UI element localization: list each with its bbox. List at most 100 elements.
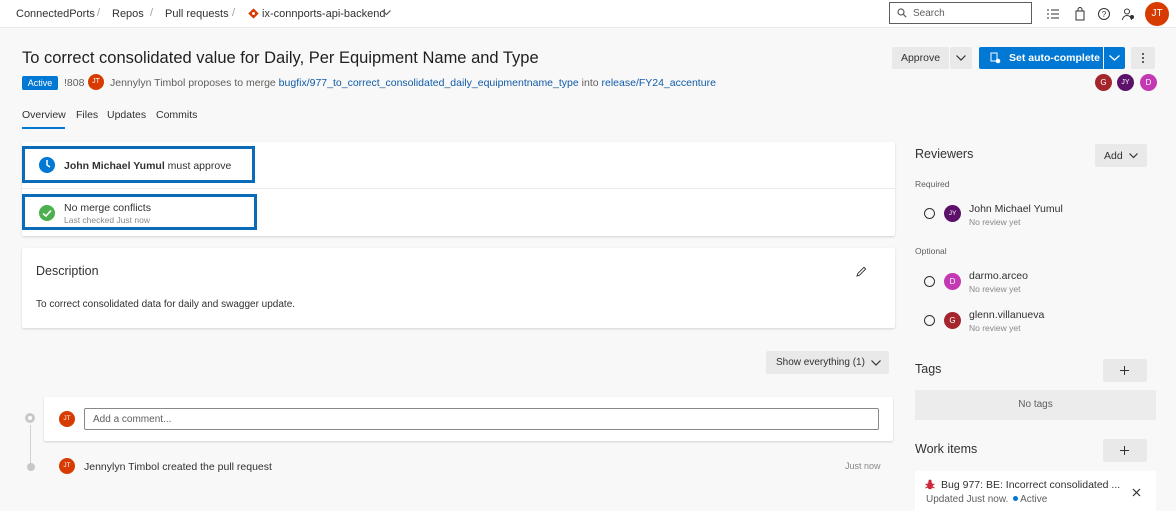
reviewer-status: No review yet	[969, 284, 1021, 294]
reviewer-name[interactable]: John Michael Yumul	[969, 203, 1063, 215]
target-branch-link[interactable]: release/FY24_accenture	[602, 77, 716, 89]
work-item-title[interactable]: Bug 977: BE: Incorrect consolidated ...	[941, 479, 1120, 491]
tab-files[interactable]: Files	[76, 109, 98, 121]
reviewer-vote-radio[interactable]	[924, 208, 935, 219]
task-list-icon[interactable]	[1046, 7, 1060, 21]
header-reviewer-avatar[interactable]: G	[1095, 74, 1112, 91]
proposes-text: Jennylyn Timbol proposes to merge	[110, 77, 276, 89]
breadcrumb-separator: /	[150, 7, 154, 19]
more-vertical-icon	[1142, 53, 1144, 63]
work-item-card[interactable]: Bug 977: BE: Incorrect consolidated ... …	[915, 471, 1156, 511]
set-autocomplete-label: Set auto-complete	[1009, 52, 1101, 64]
divider	[22, 188, 895, 189]
chevron-down-icon[interactable]	[382, 10, 391, 16]
reviewer-vote-radio[interactable]	[924, 276, 935, 287]
close-icon[interactable]	[1132, 488, 1141, 497]
clock-icon	[39, 157, 55, 173]
tab-overview[interactable]: Overview	[22, 109, 66, 121]
edit-pencil-icon[interactable]	[856, 266, 867, 277]
tab-commits[interactable]: Commits	[156, 109, 197, 121]
reviewer-avatar: JY	[944, 205, 961, 222]
search-placeholder: Search	[913, 8, 945, 19]
autocomplete-icon	[990, 52, 1001, 64]
marketplace-bag-icon[interactable]	[1073, 7, 1087, 21]
search-input[interactable]: Search	[889, 2, 1032, 24]
tab-updates[interactable]: Updates	[107, 109, 146, 121]
help-icon[interactable]: ?	[1097, 7, 1111, 21]
optional-label: Optional	[915, 246, 947, 256]
author-avatar: JT	[88, 74, 104, 90]
plus-icon	[1120, 366, 1129, 375]
work-items-heading: Work items	[915, 442, 978, 456]
required-reviewer-name: John Michael Yumul	[64, 160, 165, 172]
no-tags-placeholder: No tags	[915, 390, 1156, 420]
breadcrumb-separator: /	[97, 7, 101, 19]
comment-input[interactable]: Add a comment...	[84, 408, 879, 430]
description-text: To correct consolidated data for daily a…	[36, 299, 296, 310]
comment-placeholder: Add a comment...	[93, 414, 172, 425]
bug-icon	[925, 479, 935, 490]
add-label: Add	[1104, 150, 1123, 162]
check-circle-icon	[39, 205, 55, 221]
timeline-line	[30, 425, 31, 467]
set-autocomplete-button[interactable]: Set auto-complete	[979, 47, 1103, 69]
work-item-state: Active	[1020, 494, 1048, 505]
filter-label: Show everything (1)	[776, 357, 865, 368]
reviewer-status: No review yet	[969, 323, 1021, 333]
chevron-down-icon	[956, 55, 966, 61]
chevron-down-icon	[1109, 55, 1120, 61]
approve-button[interactable]: Approve	[892, 47, 949, 69]
state-dot	[1013, 496, 1019, 501]
reviewer-avatar: D	[944, 273, 961, 290]
activity-avatar: JT	[59, 458, 75, 474]
chevron-down-icon	[1129, 153, 1138, 159]
add-tag-button[interactable]	[1103, 359, 1147, 382]
reviewer-vote-radio[interactable]	[924, 315, 935, 326]
breadcrumb-org[interactable]: ConnectedPorts	[16, 8, 95, 20]
add-work-item-button[interactable]	[1103, 439, 1147, 462]
breadcrumb-repos[interactable]: Repos	[112, 8, 144, 20]
breadcrumb-repo[interactable]: ix-connports-api-backend	[262, 8, 386, 20]
reviewer-name[interactable]: glenn.villanueva	[969, 309, 1044, 321]
into-text: into	[581, 77, 599, 89]
required-label: Required	[915, 179, 950, 189]
top-bar: ConnectedPorts / Repos / Pull requests /…	[0, 0, 1176, 28]
work-item-meta: Updated Just now. Active	[926, 494, 1047, 505]
timeline-dot	[27, 463, 35, 471]
tags-heading: Tags	[915, 362, 942, 376]
reviewer-status: No review yet	[969, 217, 1021, 227]
more-actions-button[interactable]	[1131, 47, 1155, 69]
merge-status-title: No merge conflicts	[64, 202, 151, 214]
status-badge: Active	[22, 76, 58, 90]
reviewer-avatar: G	[944, 312, 961, 329]
search-icon	[897, 8, 907, 18]
show-everything-dropdown[interactable]: Show everything (1)	[766, 351, 889, 374]
autocomplete-dropdown-button[interactable]	[1104, 47, 1125, 69]
description-card: Description To correct consolidated data…	[22, 248, 895, 328]
svg-text:?: ?	[1102, 10, 1107, 19]
user-settings-icon[interactable]	[1121, 7, 1135, 21]
comment-avatar: JT	[59, 411, 75, 427]
header-reviewer-avatar[interactable]: JY	[1117, 74, 1134, 91]
reviewers-heading: Reviewers	[915, 147, 974, 161]
chevron-down-icon	[871, 360, 881, 366]
comment-timeline-icon	[25, 413, 35, 423]
activity-text: Jennylyn Timbol created the pull request	[84, 461, 272, 473]
pr-subtitle: Jennylyn Timbol proposes to merge bugfix…	[110, 77, 716, 89]
merge-status-subtitle: Last checked Just now	[64, 215, 150, 225]
breadcrumb-pull-requests[interactable]: Pull requests	[165, 8, 229, 20]
plus-icon	[1120, 446, 1129, 455]
approve-dropdown-button[interactable]	[950, 47, 972, 69]
user-avatar[interactable]: JT	[1145, 2, 1169, 26]
header-reviewer-avatar[interactable]: D	[1140, 74, 1157, 91]
add-reviewer-button[interactable]: Add	[1095, 144, 1147, 167]
approval-suffix: must approve	[164, 160, 232, 172]
reviewer-name[interactable]: darmo.arceo	[969, 270, 1028, 282]
comment-card: JT Add a comment...	[44, 397, 893, 441]
source-branch-link[interactable]: bugfix/977_to_correct_consolidated_daily…	[279, 77, 579, 89]
approval-requirement: John Michael Yumul must approve	[64, 160, 231, 172]
tab-active-indicator	[22, 127, 65, 129]
git-repo-icon	[248, 8, 259, 19]
pr-id: !808	[64, 77, 85, 89]
description-heading: Description	[36, 264, 99, 278]
